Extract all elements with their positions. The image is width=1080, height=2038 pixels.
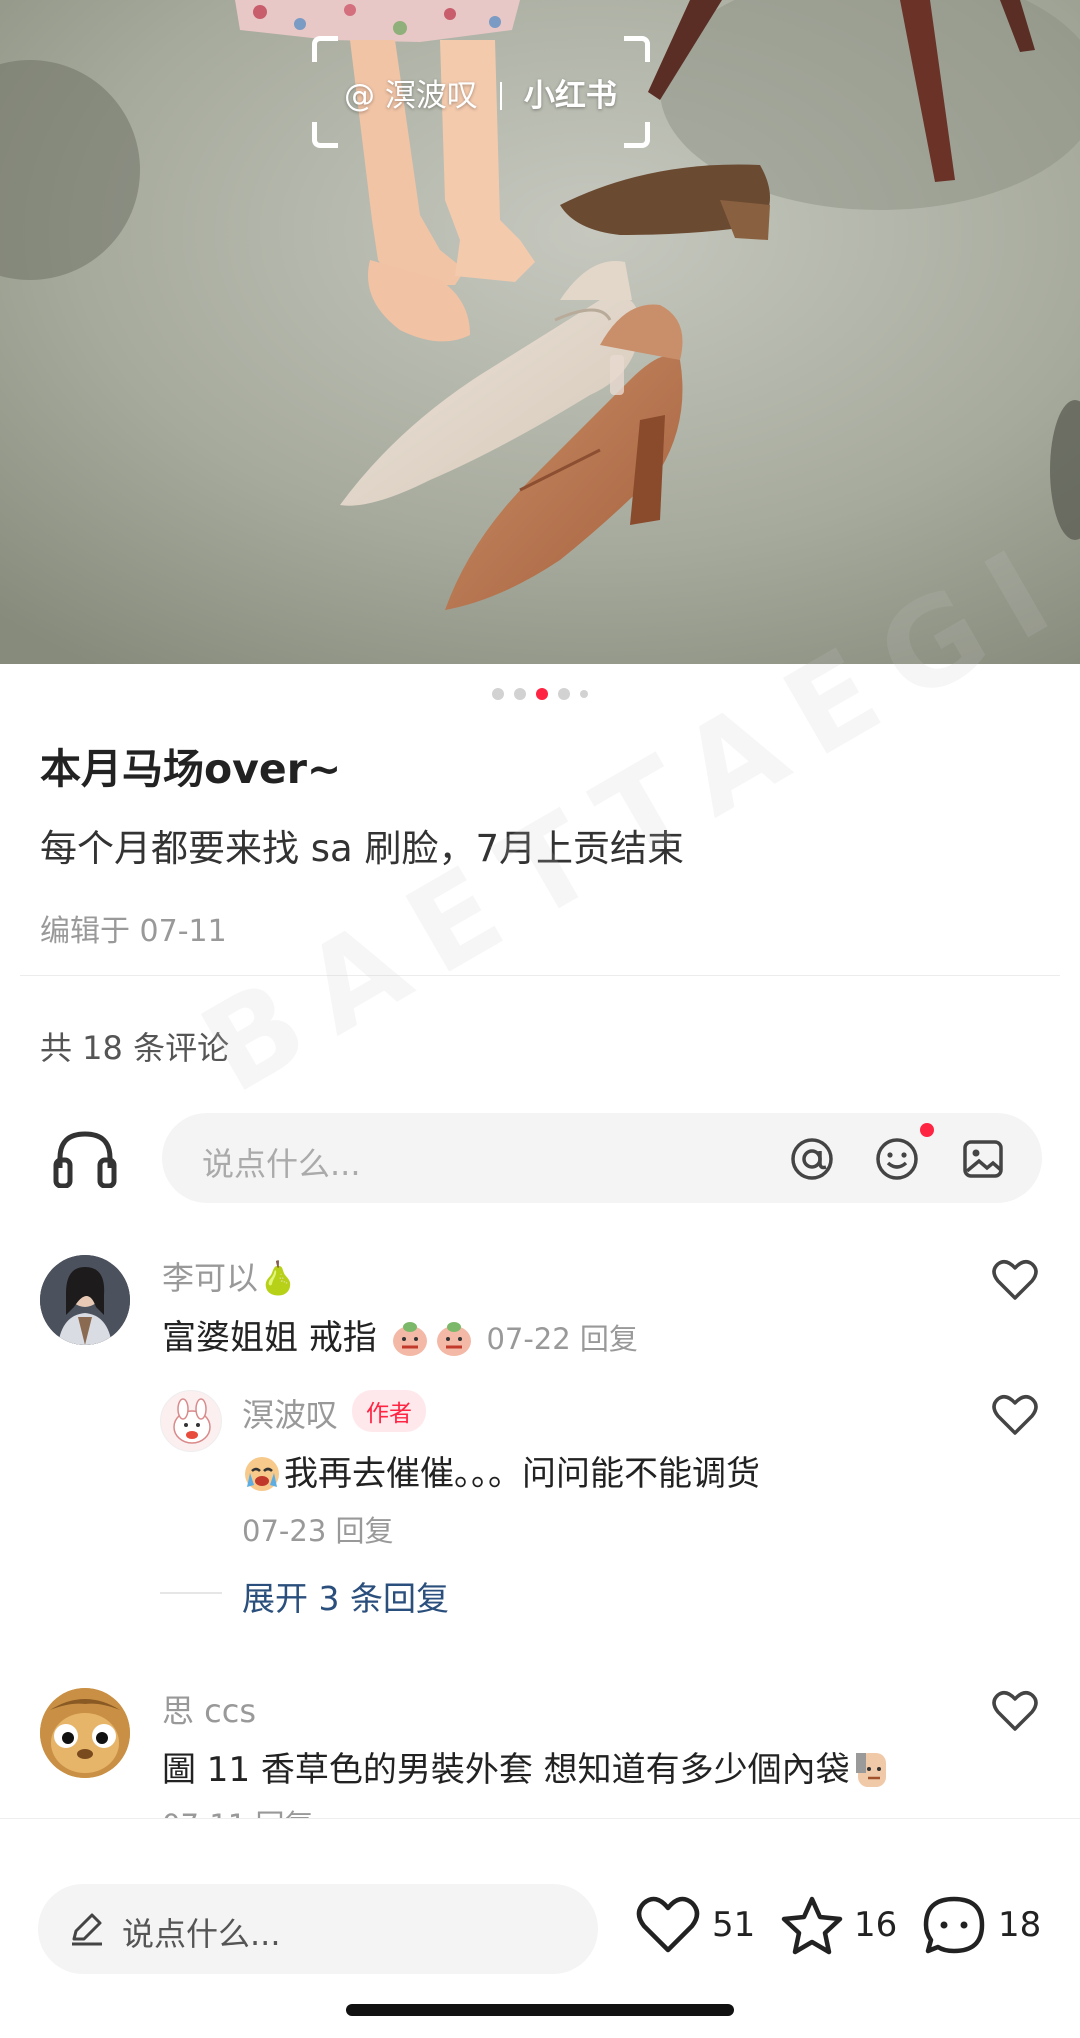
- comment-count-bottom: 18: [998, 1905, 1042, 1945]
- avatar-image: [40, 1688, 130, 1778]
- watermark-user: @ 溟波叹: [344, 78, 478, 114]
- comment-count: 共 18 条评论: [40, 1029, 230, 1067]
- avatar-image: [40, 1255, 130, 1345]
- pager-dot: [492, 688, 504, 700]
- image-icon[interactable]: [961, 1137, 1005, 1181]
- reply-author-name: 溟波叹: [242, 1396, 339, 1434]
- pager-dot: [514, 688, 526, 700]
- comment-like-heart-icon[interactable]: [992, 1259, 1038, 1301]
- avatar[interactable]: [40, 1688, 130, 1778]
- crying-emoji-icon: [245, 1457, 279, 1491]
- emoji-notification-dot: [920, 1123, 934, 1137]
- bottom-input-placeholder: 说点什么...: [122, 1915, 281, 1953]
- reply-like-heart-icon[interactable]: [992, 1394, 1038, 1436]
- expand-replies-link[interactable]: 展开 3 条回复: [242, 1572, 449, 1620]
- collect-button[interactable]: 16: [780, 1895, 900, 1955]
- comment-author[interactable]: 李可以🍐: [162, 1253, 298, 1299]
- headphone-icon[interactable]: [52, 1128, 118, 1188]
- avatar[interactable]: [160, 1390, 222, 1452]
- sticker-emoji-icon: [436, 1322, 471, 1356]
- emoji-icon[interactable]: [875, 1137, 919, 1181]
- comment-bubble-icon: [923, 1896, 985, 1954]
- comment-input-placeholder: 说点什么...: [202, 1145, 361, 1183]
- avatar[interactable]: [40, 1255, 130, 1345]
- comment-author[interactable]: 思 ccs: [162, 1686, 256, 1732]
- post-photo[interactable]: @ 溟波叹 小红书: [0, 0, 1080, 664]
- sticker-emoji-icon: [855, 1753, 886, 1787]
- avatar-image: [173, 1398, 211, 1444]
- expand-divider: [160, 1592, 222, 1594]
- comment-meta[interactable]: 07-22 回复: [486, 1322, 638, 1356]
- watermark-brand: 小红书: [523, 78, 617, 114]
- home-indicator: [346, 2004, 734, 2016]
- post-edit-date: 编辑于 07-11: [40, 914, 227, 949]
- post-description: 每个月都要来找 sa 刷脸，7月上贡结束: [40, 827, 685, 870]
- pager-dot: [580, 690, 588, 698]
- star-icon: [781, 1896, 843, 1955]
- sticker-emoji-icon: [392, 1322, 427, 1356]
- comment-text-body: 圖 11 香草色的男裝外套 想知道有多少個內袋: [162, 1750, 850, 1790]
- comment-text: 富婆姐姐 戒指 07-22 回复: [162, 1310, 638, 1359]
- author-badge: 作者: [352, 1390, 427, 1432]
- comment-button[interactable]: 18: [922, 1895, 1042, 1955]
- comment-like-heart-icon[interactable]: [992, 1690, 1038, 1732]
- reply-text: 我再去催催。。。问问能不能调货: [240, 1446, 760, 1495]
- comment-input[interactable]: 说点什么...: [162, 1113, 1042, 1203]
- watermark-frame: @ 溟波叹 小红书: [312, 36, 650, 148]
- pager-dot-active: [536, 688, 548, 700]
- image-pager: [0, 688, 1080, 700]
- divider: [20, 975, 1060, 976]
- bottom-comment-input[interactable]: 说点什么...: [38, 1884, 598, 1974]
- pager-dot: [558, 688, 570, 700]
- watermark-text: @ 溟波叹 小红书: [344, 70, 617, 115]
- reply-meta[interactable]: 07-23 回复: [242, 1508, 394, 1550]
- mention-icon[interactable]: [790, 1137, 834, 1181]
- like-button[interactable]: 51: [636, 1895, 756, 1955]
- reply-text-body: 我再去催催。。。问问能不能调货: [284, 1454, 760, 1494]
- like-count: 51: [712, 1905, 756, 1945]
- post-title: 本月马场over~: [40, 745, 342, 793]
- comment-text-body: 富婆姐姐 戒指: [162, 1318, 377, 1358]
- comment-text: 圖 11 香草色的男裝外套 想知道有多少個內袋: [162, 1742, 894, 1791]
- pen-icon: [72, 1913, 102, 1946]
- heart-icon: [636, 1896, 700, 1953]
- collect-count: 16: [854, 1905, 898, 1945]
- comment-meta[interactable]: 07-11 回复: [162, 1802, 314, 1818]
- reply-author[interactable]: 溟波叹 作者: [242, 1390, 427, 1436]
